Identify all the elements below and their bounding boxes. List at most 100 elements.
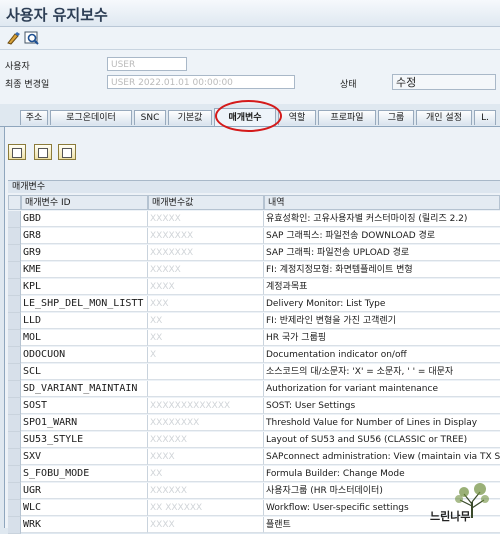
row-selector[interactable]: [8, 330, 21, 347]
table-row[interactable]: ODOCUON X Documentation indicator on/off: [8, 347, 500, 364]
param-id-cell[interactable]: SOST: [21, 398, 148, 414]
param-id-cell[interactable]: KPL: [21, 279, 148, 295]
row-selector[interactable]: [8, 466, 21, 483]
row-selector[interactable]: [8, 500, 21, 517]
param-value-cell[interactable]: XXXX: [148, 279, 264, 295]
param-value-cell[interactable]: XXXXXXXXXXXXX: [148, 398, 264, 414]
param-id-cell[interactable]: GR9: [21, 245, 148, 261]
table-row[interactable]: KME XXXXX FI: 계정지정모형: 화면템플레이트 변형: [8, 262, 500, 279]
param-value-cell[interactable]: XX: [148, 313, 264, 329]
table-row[interactable]: GR8 XXXXXXX SAP 그래픽스: 파일전송 DOWNLOAD 경로: [8, 228, 500, 245]
other-user-icon[interactable]: [24, 30, 40, 46]
tab-logon-data[interactable]: 로그온데이터: [50, 110, 132, 125]
param-id-cell[interactable]: LE_SHP_DEL_MON_LISTT: [21, 296, 148, 312]
tab-snc[interactable]: SNC: [134, 110, 166, 125]
row-selector[interactable]: [8, 313, 21, 330]
param-value-cell[interactable]: XXXX: [148, 517, 264, 533]
deselect-all-button[interactable]: [34, 144, 52, 160]
tab-roles[interactable]: 역할: [278, 110, 316, 125]
table-row[interactable]: SU53_STYLE XXXXXX Layout of SU53 and SU56 …: [8, 432, 500, 449]
param-description-cell: 유효성확인: 고유사용자별 커스터마이징 (릴리즈 2.2): [264, 211, 500, 227]
table-row[interactable]: SOST XXXXXXXXXXXXX SOST: User Settings: [8, 398, 500, 415]
param-value-cell[interactable]: [148, 381, 264, 397]
select-all-button[interactable]: [8, 144, 26, 160]
param-value-cell[interactable]: XXXXXX: [148, 483, 264, 499]
param-id-cell[interactable]: LLD: [21, 313, 148, 329]
table-row[interactable]: KPL XXXX 계정과목표: [8, 279, 500, 296]
param-id-cell[interactable]: WRK: [21, 517, 148, 533]
user-field[interactable]: USER: [107, 57, 187, 71]
tab-defaults[interactable]: 기본값: [168, 110, 212, 125]
param-value-cell[interactable]: XXX: [148, 296, 264, 312]
param-id-cell[interactable]: SPO1_WARN: [21, 415, 148, 431]
table-row[interactable]: GBD XXXXX 유효성확인: 고유사용자별 커스터마이징 (릴리즈 2.2): [8, 211, 500, 228]
param-description-cell: FI: 반제라인 변형을 가진 고객렌기: [264, 313, 500, 329]
param-id-cell[interactable]: GR8: [21, 228, 148, 244]
param-value-cell[interactable]: XXXX: [148, 449, 264, 465]
param-value-cell[interactable]: XXXXXXX: [148, 228, 264, 244]
row-selector[interactable]: [8, 432, 21, 449]
param-value-cell[interactable]: X: [148, 347, 264, 363]
table-row[interactable]: WLC XX XXXXXX Workflow: User-specific sett…: [8, 500, 500, 517]
row-selector[interactable]: [8, 347, 21, 364]
tab-more[interactable]: L.: [474, 110, 496, 125]
param-value-cell[interactable]: XX: [148, 330, 264, 346]
row-selector[interactable]: [8, 211, 21, 228]
table-row[interactable]: SXV XXXX SAPconnect administration: View (…: [8, 449, 500, 466]
param-value-cell[interactable]: XXXXX: [148, 262, 264, 278]
row-selector[interactable]: [8, 364, 21, 381]
table-row[interactable]: MOL XX HR 국가 그룹핑: [8, 330, 500, 347]
table-row[interactable]: SCL 소스코드의 대/소문자: 'X' = 소문자, ' ' = 대문자: [8, 364, 500, 381]
param-id-cell[interactable]: GBD: [21, 211, 148, 227]
column-header-param-id[interactable]: 매개변수 ID: [21, 195, 148, 210]
table-row[interactable]: S_FOBU_MODE XX Formula Builder: Change Mod…: [8, 466, 500, 483]
table-row[interactable]: WRK XXXX 플랜트: [8, 517, 500, 534]
tab-parameters[interactable]: 매개변수: [214, 108, 276, 126]
title-bar: 사용자 유지보수: [0, 0, 500, 27]
table-row[interactable]: UGR XXXXXX 사용자그룹 (HR 마스터데이터): [8, 483, 500, 500]
row-selector[interactable]: [8, 381, 21, 398]
row-selector[interactable]: [8, 262, 21, 279]
table-row[interactable]: SPO1_WARN XXXXXXXX Threshold Value for Num…: [8, 415, 500, 432]
param-id-cell[interactable]: SXV: [21, 449, 148, 465]
param-id-cell[interactable]: ODOCUON: [21, 347, 148, 363]
row-selector[interactable]: [8, 449, 21, 466]
param-id-cell[interactable]: KME: [21, 262, 148, 278]
param-value-cell[interactable]: XXXXXXXX: [148, 415, 264, 431]
param-value-cell[interactable]: XXXXXXX: [148, 245, 264, 261]
param-id-cell[interactable]: SCL: [21, 364, 148, 380]
param-value-cell[interactable]: XX XXXXXX: [148, 500, 264, 516]
details-button[interactable]: [58, 144, 76, 160]
row-selector[interactable]: [8, 398, 21, 415]
param-value-cell[interactable]: XXXXXX: [148, 432, 264, 448]
tab-profiles[interactable]: 프로파일: [318, 110, 376, 125]
param-id-cell[interactable]: SD_VARIANT_MAINTAIN: [21, 381, 148, 397]
row-selector[interactable]: [8, 415, 21, 432]
row-selector[interactable]: [8, 517, 21, 534]
table-row[interactable]: LE_SHP_DEL_MON_LISTT XXX Delivery Monitor:…: [8, 296, 500, 313]
param-value-cell[interactable]: XXXXX: [148, 211, 264, 227]
tab-groups[interactable]: 그룹: [378, 110, 414, 125]
param-id-cell[interactable]: MOL: [21, 330, 148, 346]
parameter-table: GBD XXXXX 유효성확인: 고유사용자별 커스터마이징 (릴리즈 2.2) GR…: [8, 211, 500, 534]
table-row[interactable]: SD_VARIANT_MAINTAIN Authorization for var…: [8, 381, 500, 398]
tab-address[interactable]: 주소: [20, 110, 48, 125]
row-selector[interactable]: [8, 228, 21, 245]
param-value-cell[interactable]: XX: [148, 466, 264, 482]
column-header-description[interactable]: 내역: [264, 195, 500, 210]
param-id-cell[interactable]: UGR: [21, 483, 148, 499]
change-display-icon[interactable]: [6, 30, 22, 46]
param-id-cell[interactable]: WLC: [21, 500, 148, 516]
row-selector[interactable]: [8, 245, 21, 262]
row-selector[interactable]: [8, 296, 21, 313]
row-selector[interactable]: [8, 279, 21, 296]
select-all-rows-cell[interactable]: [8, 195, 21, 210]
param-id-cell[interactable]: SU53_STYLE: [21, 432, 148, 448]
param-id-cell[interactable]: S_FOBU_MODE: [21, 466, 148, 482]
tab-personalization[interactable]: 개인 설정: [416, 110, 472, 125]
table-row[interactable]: GR9 XXXXXXX SAP 그래픽: 파일전송 UPLOAD 경로: [8, 245, 500, 262]
row-selector[interactable]: [8, 483, 21, 500]
column-header-param-value[interactable]: 매개변수값: [148, 195, 264, 210]
param-value-cell[interactable]: [148, 364, 264, 380]
table-row[interactable]: LLD XX FI: 반제라인 변형을 가진 고객렌기: [8, 313, 500, 330]
